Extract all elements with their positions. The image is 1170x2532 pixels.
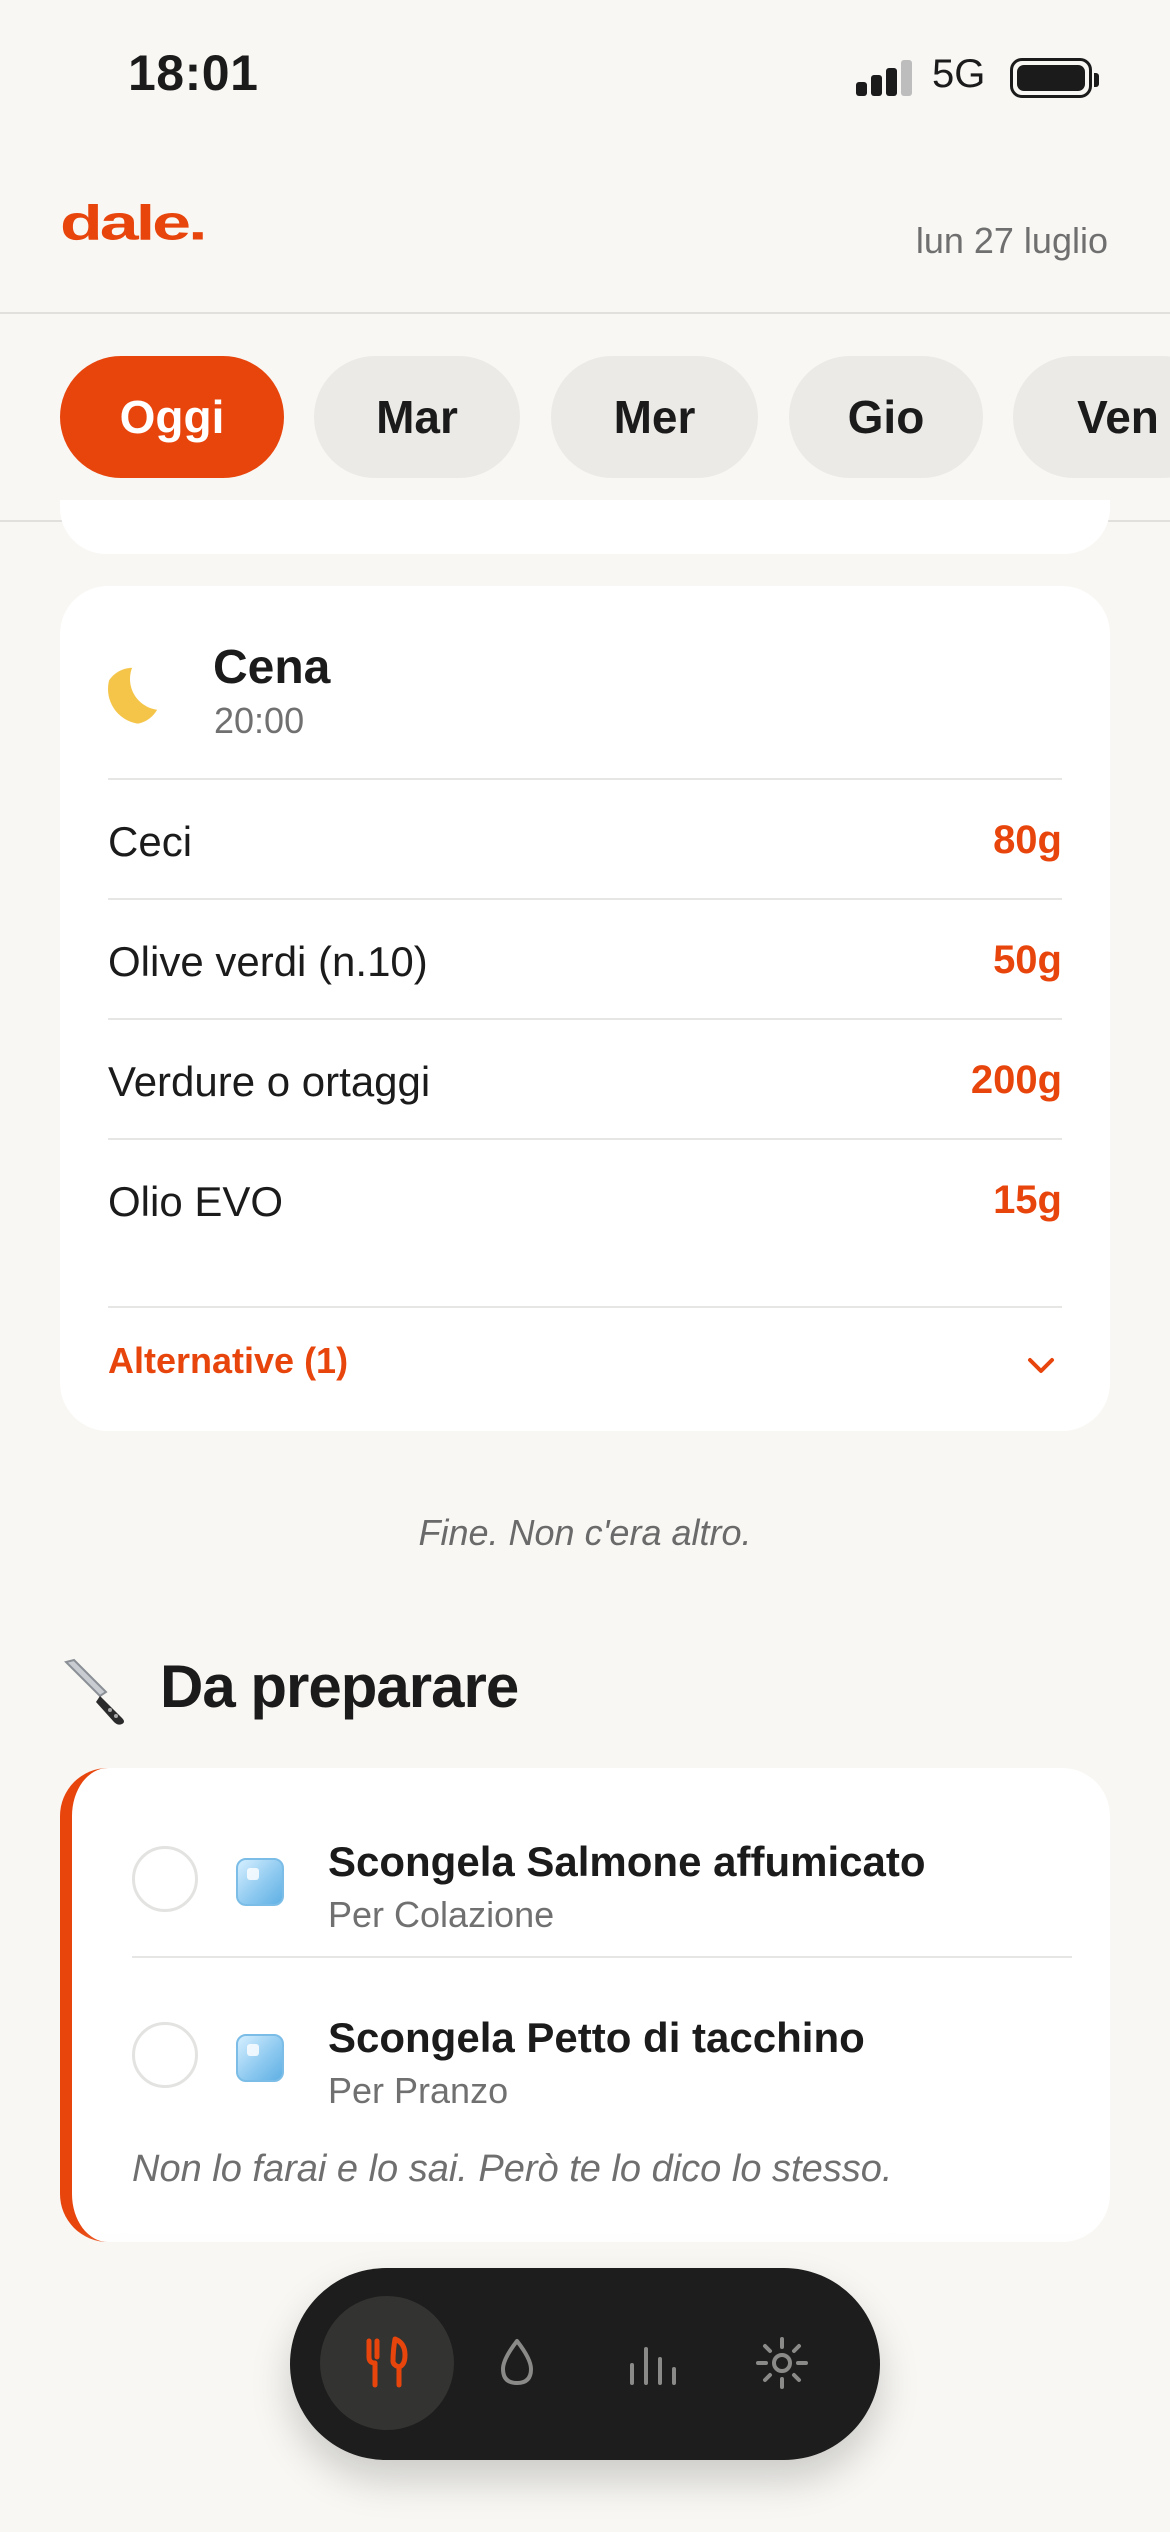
- tab-gio[interactable]: Gio: [789, 356, 983, 478]
- alternatives-label: Alternative (1): [108, 1340, 349, 1381]
- bar-chart-icon: [630, 2347, 676, 2385]
- nav-stats-button[interactable]: [585, 2296, 719, 2430]
- tab-mer[interactable]: Mer: [551, 356, 758, 478]
- task-subtitle: Per Pranzo: [328, 2070, 509, 2111]
- ice-cube-icon: [236, 1858, 284, 1906]
- food-name: Olive verdi (n.10): [108, 938, 428, 985]
- tab-oggi[interactable]: Oggi: [60, 356, 284, 478]
- previous-meal-card: [60, 500, 1110, 554]
- task-checkbox[interactable]: [132, 2022, 198, 2088]
- ice-cube-icon: [236, 2034, 284, 2082]
- fork-knife-icon: [366, 2336, 408, 2388]
- knife-icon: [64, 1658, 124, 1725]
- network-label: 5G: [932, 52, 986, 96]
- status-bar: 18:01 5G: [0, 0, 1170, 150]
- tab-ven[interactable]: Ven: [1013, 356, 1170, 478]
- food-quantity: 50g: [993, 938, 1062, 982]
- bottom-nav: [290, 2268, 880, 2460]
- nav-settings-button[interactable]: [715, 2296, 849, 2430]
- food-row: Olio EVO 15g: [108, 1138, 1062, 1258]
- meal-card: Cena 20:00 Ceci 80g Olive verdi (n.10) 5…: [60, 586, 1110, 1431]
- app-header: dale. lun 27 luglio: [0, 150, 1170, 314]
- task-subtitle: Per Colazione: [328, 1894, 555, 1935]
- app-logo: dale.: [60, 195, 208, 250]
- nav-water-button[interactable]: [450, 2296, 584, 2430]
- prep-task: Scongela Salmone affumicato Per Colazion…: [132, 1782, 1072, 1958]
- task-title: Scongela Petto di tacchino: [328, 2014, 865, 2061]
- water-drop-icon: [501, 2339, 533, 2385]
- nav-meals-button[interactable]: [320, 2296, 454, 2430]
- task-checkbox[interactable]: [132, 1846, 198, 1912]
- meal-title: Cena: [213, 641, 331, 694]
- current-date: lun 27 luglio: [915, 220, 1108, 261]
- food-row: Ceci 80g: [108, 778, 1062, 898]
- food-name: Ceci: [108, 818, 193, 865]
- prep-task: Scongela Petto di tacchino Per Pranzo: [132, 1956, 1072, 2132]
- status-time: 18:01: [128, 45, 259, 101]
- prep-note: Non lo farai e lo sai. Però te lo dico l…: [132, 2148, 893, 2190]
- section-title: Da preparare: [160, 1653, 519, 1720]
- signal-icon: [856, 60, 914, 96]
- app-screen: 18:01 5G dale. lun 27 luglio Oggi Mar Me…: [0, 0, 1170, 2532]
- food-name: Verdure o ortaggi: [108, 1058, 431, 1105]
- food-row: Olive verdi (n.10) 50g: [108, 898, 1062, 1018]
- chevron-down-icon: [1028, 1358, 1054, 1373]
- day-selector: Oggi Mar Mer Gio Ven: [0, 314, 1170, 522]
- food-quantity: 200g: [970, 1058, 1062, 1102]
- alternatives-toggle[interactable]: Alternative (1): [108, 1306, 1062, 1430]
- end-note: Fine. Non c'era altro.: [418, 1512, 752, 1553]
- prep-card: Scongela Salmone affumicato Per Colazion…: [60, 1768, 1110, 2242]
- moon-icon: [108, 648, 192, 724]
- food-quantity: 15g: [993, 1178, 1062, 1222]
- sun-icon: [756, 2337, 808, 2389]
- task-title: Scongela Salmone affumicato: [328, 1838, 926, 1885]
- battery-icon: [1010, 58, 1099, 98]
- food-row: Verdure o ortaggi 200g: [108, 1018, 1062, 1138]
- tab-mar[interactable]: Mar: [314, 356, 520, 478]
- food-quantity: 80g: [993, 818, 1062, 862]
- food-name: Olio EVO: [108, 1178, 284, 1225]
- meal-time: 20:00: [214, 700, 305, 741]
